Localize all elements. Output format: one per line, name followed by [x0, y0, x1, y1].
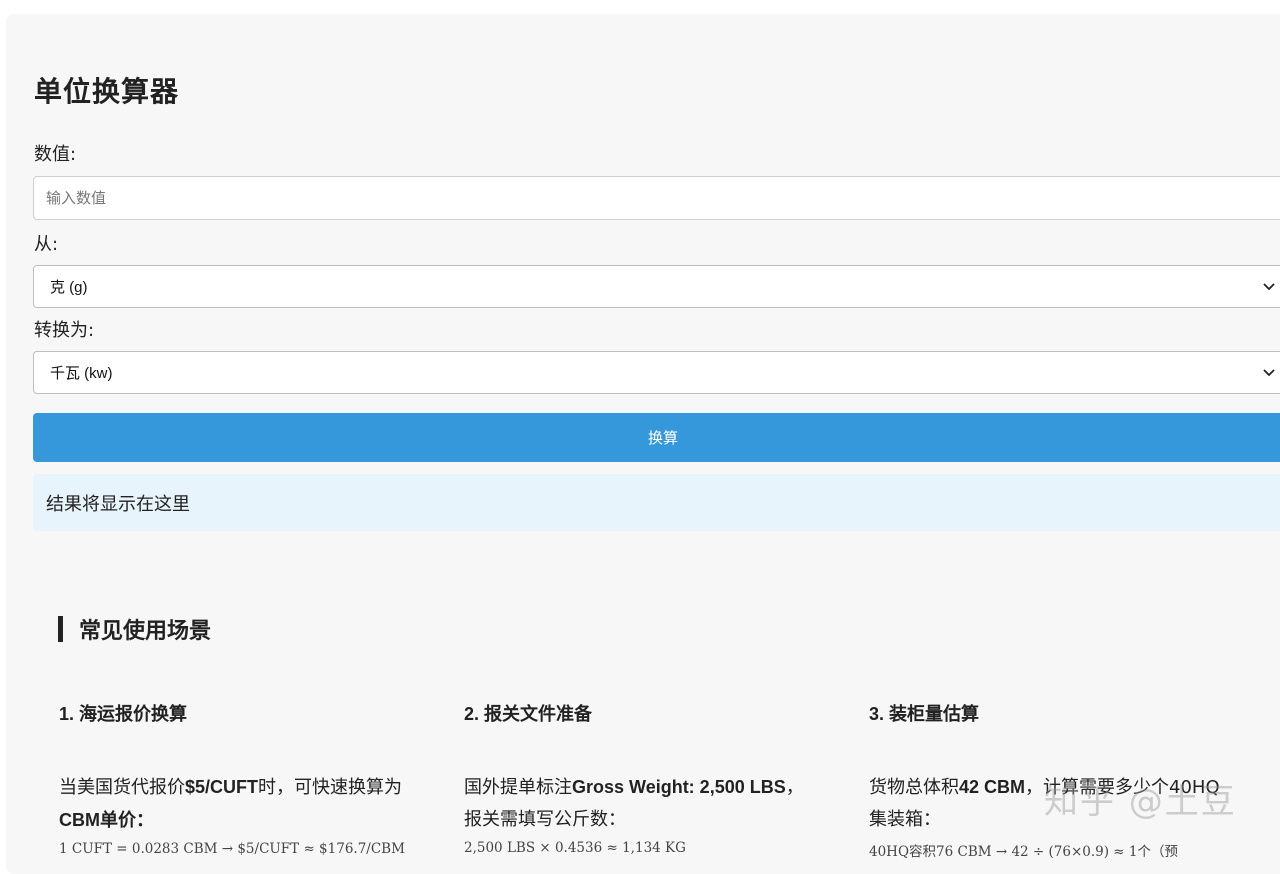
to-label: 转换为: [34, 320, 95, 341]
scenario-heading: 2. 报关文件准备 [464, 704, 593, 724]
from-unit-select[interactable]: 克 (g) [33, 265, 1280, 308]
scenario-heading: 1. 海运报价换算 [59, 704, 188, 724]
scenario-card: 2. 报关文件准备 国外提单标注Gross Weight: 2,500 LBS，… [464, 700, 854, 856]
chevron-down-icon [1262, 351, 1276, 394]
scenarios-title: 常见使用场景 [79, 619, 212, 644]
result-text: 结果将显示在这里 [46, 493, 190, 515]
scenario-heading: 3. 装柜量估算 [869, 704, 980, 724]
heading-bar [58, 616, 63, 642]
value-label: 数值: [34, 144, 77, 165]
scenario-description: 当美国货代报价$5/CUFT时，可快速换算为 CBM单价： [59, 777, 403, 830]
scenario-description: 国外提单标注Gross Weight: 2,500 LBS， 报关需填写公斤数： [464, 777, 804, 830]
value-input[interactable] [33, 176, 1280, 220]
scenarios-heading: 常见使用场景 [58, 613, 211, 645]
from-label: 从: [34, 234, 59, 255]
scenario-card: 1. 海运报价换算 当美国货代报价$5/CUFT时，可快速换算为 CBM单价： 1… [59, 700, 449, 857]
scenario-formula: 2,500 LBS × 0.4536 ≈ 1,134 KG [464, 840, 686, 856]
from-unit-value: 克 (g) [50, 279, 88, 296]
convert-button[interactable]: 换算 [33, 413, 1280, 462]
page-title: 单位换算器 [34, 75, 180, 108]
watermark: 知乎 @土豆 [1044, 782, 1237, 822]
scenario-formula: 40HQ容积76 CBM → 42 ÷ (76×0.9) ≈ 1个（预 [869, 844, 1179, 860]
result-box: 结果将显示在这里 [33, 474, 1280, 531]
to-unit-value: 千瓦 (kw) [50, 365, 113, 382]
scenario-formula: 1 CUFT = 0.0283 CBM → $5/CUFT ≈ $176.7/C… [59, 841, 405, 857]
chevron-down-icon [1262, 265, 1276, 308]
to-unit-select[interactable]: 千瓦 (kw) [33, 351, 1280, 394]
